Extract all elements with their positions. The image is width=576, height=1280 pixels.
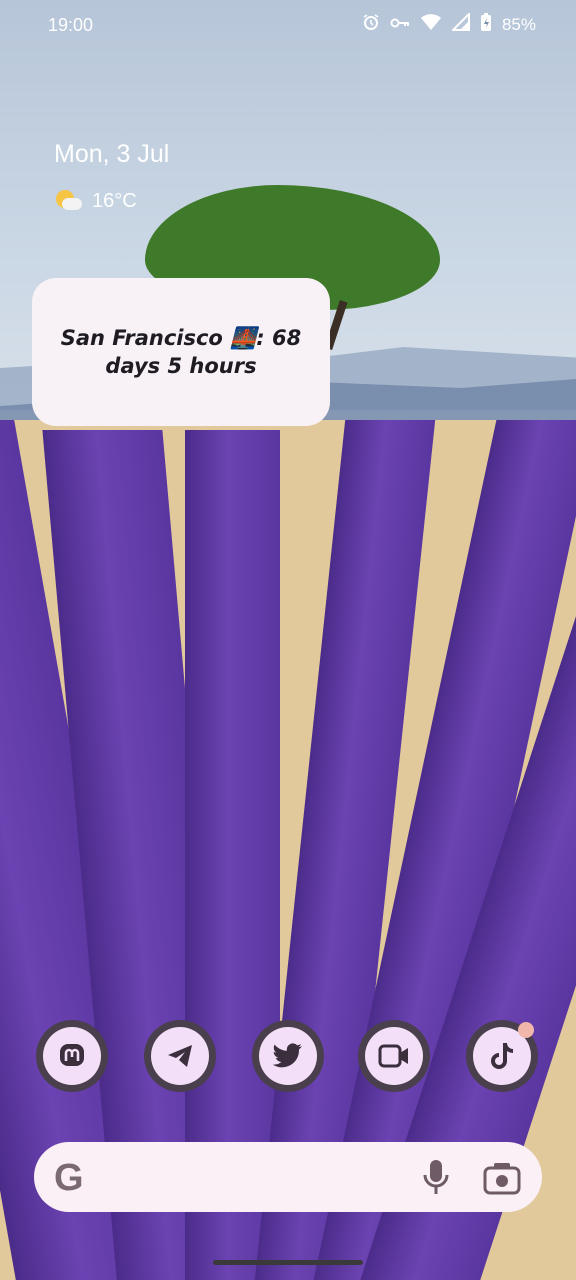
google-search-bar[interactable]: G	[34, 1142, 542, 1212]
wifi-icon	[420, 13, 442, 36]
countdown-widget[interactable]: San Francisco 🌉: 68 days 5 hours	[32, 278, 330, 426]
telegram-icon	[151, 1027, 209, 1085]
glance-date[interactable]: Mon, 3 Jul	[54, 140, 169, 169]
mastodon-icon	[43, 1027, 101, 1085]
battery-icon	[480, 12, 492, 37]
home-screen: 19:00 85% Mon, 3 Jul 16°C San Francisco …	[0, 0, 576, 1280]
signal-icon	[450, 11, 470, 36]
vpn-key-icon	[390, 15, 410, 35]
glance-temperature: 16°C	[92, 189, 137, 212]
alarm-icon	[362, 13, 380, 36]
glance-weather[interactable]: 16°C	[54, 188, 137, 214]
battery-percent: 85%	[501, 14, 536, 34]
microphone-icon[interactable]	[422, 1158, 450, 1196]
dock-app-mastodon[interactable]	[36, 1020, 108, 1092]
countdown-text: San Francisco 🌉: 68 days 5 hours	[60, 326, 302, 378]
dock-app-twitter[interactable]	[252, 1020, 324, 1092]
google-lens-icon[interactable]	[482, 1161, 522, 1195]
notification-dot	[518, 1022, 534, 1038]
twitter-icon	[259, 1027, 317, 1085]
gesture-navigation-handle[interactable]	[213, 1260, 363, 1265]
status-time: 19:00	[48, 15, 94, 35]
dock-app-telegram[interactable]	[144, 1020, 216, 1092]
dock-app-meet[interactable]	[358, 1020, 430, 1092]
video-camera-icon	[365, 1027, 423, 1085]
partly-cloudy-icon	[54, 188, 82, 214]
google-logo: G	[54, 1157, 84, 1199]
status-bar: 19:00 85%	[0, 0, 576, 54]
status-icons: 85%	[362, 11, 536, 37]
